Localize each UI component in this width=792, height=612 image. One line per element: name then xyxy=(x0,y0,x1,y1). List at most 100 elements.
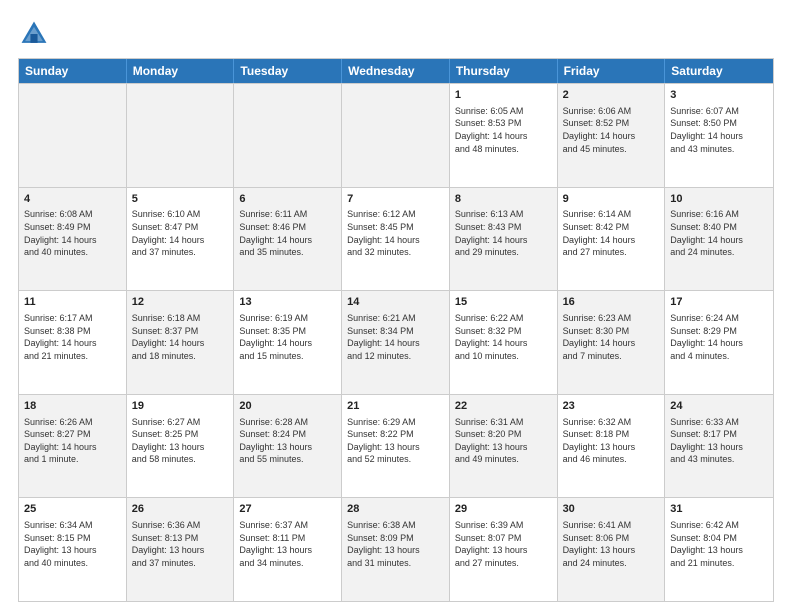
day-number: 2 xyxy=(563,88,660,103)
day-info: Sunrise: 6:41 AMSunset: 8:06 PMDaylight:… xyxy=(563,519,660,569)
header xyxy=(18,18,774,50)
cal-cell-14: 14 Sunrise: 6:21 AMSunset: 8:34 PMDayligh… xyxy=(342,291,450,394)
day-info: Sunrise: 6:10 AMSunset: 8:47 PMDaylight:… xyxy=(132,208,229,258)
cal-cell-30: 30 Sunrise: 6:41 AMSunset: 8:06 PMDayligh… xyxy=(558,498,666,601)
cal-cell-3: 3 Sunrise: 6:07 AMSunset: 8:50 PMDaylight… xyxy=(665,84,773,187)
day-info: Sunrise: 6:37 AMSunset: 8:11 PMDaylight:… xyxy=(239,519,336,569)
calendar: SundayMondayTuesdayWednesdayThursdayFrid… xyxy=(18,58,774,602)
col-header-monday: Monday xyxy=(127,59,235,83)
day-number: 21 xyxy=(347,399,444,414)
cal-cell-21: 21 Sunrise: 6:29 AMSunset: 8:22 PMDayligh… xyxy=(342,395,450,498)
cal-cell-16: 16Sunrise: 6:23 AMSunset: 8:30 PMDayligh… xyxy=(558,291,666,394)
day-info: Sunrise: 6:16 AMSunset: 8:40 PMDaylight:… xyxy=(670,208,768,258)
day-info: Sunrise: 6:27 AMSunset: 8:25 PMDaylight:… xyxy=(132,416,229,466)
cal-cell-12: 12 Sunrise: 6:18 AMSunset: 8:37 PMDayligh… xyxy=(127,291,235,394)
week-row-4: 25 Sunrise: 6:34 AMSunset: 8:15 PMDayligh… xyxy=(19,497,773,601)
day-number: 28 xyxy=(347,502,444,517)
cal-cell-20: 20 Sunrise: 6:28 AMSunset: 8:24 PMDayligh… xyxy=(234,395,342,498)
cal-cell-4: 4Sunrise: 6:08 AMSunset: 8:49 PMDaylight… xyxy=(19,188,127,291)
week-row-0: 1 Sunrise: 6:05 AMSunset: 8:53 PMDaylight… xyxy=(19,83,773,187)
day-number: 23 xyxy=(563,399,660,414)
calendar-body: 1 Sunrise: 6:05 AMSunset: 8:53 PMDaylight… xyxy=(19,83,773,601)
cal-cell-5: 5Sunrise: 6:10 AMSunset: 8:47 PMDaylight… xyxy=(127,188,235,291)
cal-cell-11: 11Sunrise: 6:17 AMSunset: 8:38 PMDayligh… xyxy=(19,291,127,394)
day-number: 13 xyxy=(239,295,336,310)
cal-cell-26: 26Sunrise: 6:36 AMSunset: 8:13 PMDayligh… xyxy=(127,498,235,601)
logo xyxy=(18,18,54,50)
day-number: 3 xyxy=(670,88,768,103)
day-info: Sunrise: 6:29 AMSunset: 8:22 PMDaylight:… xyxy=(347,416,444,466)
cal-cell-empty-0-3 xyxy=(342,84,450,187)
day-number: 5 xyxy=(132,192,229,207)
cal-cell-15: 15Sunrise: 6:22 AMSunset: 8:32 PMDayligh… xyxy=(450,291,558,394)
col-header-thursday: Thursday xyxy=(450,59,558,83)
col-header-wednesday: Wednesday xyxy=(342,59,450,83)
cal-cell-9: 9Sunrise: 6:14 AMSunset: 8:42 PMDaylight… xyxy=(558,188,666,291)
day-info: Sunrise: 6:11 AMSunset: 8:46 PMDaylight:… xyxy=(239,208,336,258)
col-header-saturday: Saturday xyxy=(665,59,773,83)
cal-cell-23: 23 Sunrise: 6:32 AMSunset: 8:18 PMDayligh… xyxy=(558,395,666,498)
cal-cell-10: 10Sunrise: 6:16 AMSunset: 8:40 PMDayligh… xyxy=(665,188,773,291)
week-row-1: 4Sunrise: 6:08 AMSunset: 8:49 PMDaylight… xyxy=(19,187,773,291)
day-number: 20 xyxy=(239,399,336,414)
day-number: 17 xyxy=(670,295,768,310)
col-header-sunday: Sunday xyxy=(19,59,127,83)
calendar-header-row: SundayMondayTuesdayWednesdayThursdayFrid… xyxy=(19,59,773,83)
day-info: Sunrise: 6:36 AMSunset: 8:13 PMDaylight:… xyxy=(132,519,229,569)
day-info: Sunrise: 6:13 AMSunset: 8:43 PMDaylight:… xyxy=(455,208,552,258)
day-number: 12 xyxy=(132,295,229,310)
day-number: 7 xyxy=(347,192,444,207)
day-number: 8 xyxy=(455,192,552,207)
cal-cell-7: 7Sunrise: 6:12 AMSunset: 8:45 PMDaylight… xyxy=(342,188,450,291)
day-number: 1 xyxy=(455,88,552,103)
cal-cell-22: 22Sunrise: 6:31 AMSunset: 8:20 PMDayligh… xyxy=(450,395,558,498)
day-info: Sunrise: 6:05 AMSunset: 8:53 PMDaylight:… xyxy=(455,105,552,155)
day-number: 27 xyxy=(239,502,336,517)
day-number: 18 xyxy=(24,399,121,414)
col-header-tuesday: Tuesday xyxy=(234,59,342,83)
day-info: Sunrise: 6:34 AMSunset: 8:15 PMDaylight:… xyxy=(24,519,121,569)
day-number: 9 xyxy=(563,192,660,207)
day-info: Sunrise: 6:21 AMSunset: 8:34 PMDaylight:… xyxy=(347,312,444,362)
cal-cell-2: 2 Sunrise: 6:06 AMSunset: 8:52 PMDaylight… xyxy=(558,84,666,187)
day-info: Sunrise: 6:33 AMSunset: 8:17 PMDaylight:… xyxy=(670,416,768,466)
cal-cell-1: 1 Sunrise: 6:05 AMSunset: 8:53 PMDaylight… xyxy=(450,84,558,187)
cal-cell-17: 17Sunrise: 6:24 AMSunset: 8:29 PMDayligh… xyxy=(665,291,773,394)
day-number: 6 xyxy=(239,192,336,207)
day-info: Sunrise: 6:32 AMSunset: 8:18 PMDaylight:… xyxy=(563,416,660,466)
day-info: Sunrise: 6:28 AMSunset: 8:24 PMDaylight:… xyxy=(239,416,336,466)
day-info: Sunrise: 6:18 AMSunset: 8:37 PMDaylight:… xyxy=(132,312,229,362)
cal-cell-19: 19 Sunrise: 6:27 AMSunset: 8:25 PMDayligh… xyxy=(127,395,235,498)
day-number: 4 xyxy=(24,192,121,207)
day-number: 10 xyxy=(670,192,768,207)
cal-cell-empty-0-2 xyxy=(234,84,342,187)
day-number: 31 xyxy=(670,502,768,517)
week-row-3: 18Sunrise: 6:26 AMSunset: 8:27 PMDayligh… xyxy=(19,394,773,498)
day-info: Sunrise: 6:31 AMSunset: 8:20 PMDaylight:… xyxy=(455,416,552,466)
cal-cell-empty-0-0 xyxy=(19,84,127,187)
day-number: 30 xyxy=(563,502,660,517)
day-number: 25 xyxy=(24,502,121,517)
day-info: Sunrise: 6:06 AMSunset: 8:52 PMDaylight:… xyxy=(563,105,660,155)
cal-cell-empty-0-1 xyxy=(127,84,235,187)
cal-cell-27: 27 Sunrise: 6:37 AMSunset: 8:11 PMDayligh… xyxy=(234,498,342,601)
day-info: Sunrise: 6:22 AMSunset: 8:32 PMDaylight:… xyxy=(455,312,552,362)
calendar-page: SundayMondayTuesdayWednesdayThursdayFrid… xyxy=(0,0,792,612)
cal-cell-25: 25 Sunrise: 6:34 AMSunset: 8:15 PMDayligh… xyxy=(19,498,127,601)
cal-cell-31: 31Sunrise: 6:42 AMSunset: 8:04 PMDayligh… xyxy=(665,498,773,601)
day-info: Sunrise: 6:07 AMSunset: 8:50 PMDaylight:… xyxy=(670,105,768,155)
week-row-2: 11Sunrise: 6:17 AMSunset: 8:38 PMDayligh… xyxy=(19,290,773,394)
cal-cell-6: 6Sunrise: 6:11 AMSunset: 8:46 PMDaylight… xyxy=(234,188,342,291)
day-info: Sunrise: 6:17 AMSunset: 8:38 PMDaylight:… xyxy=(24,312,121,362)
day-number: 29 xyxy=(455,502,552,517)
cal-cell-29: 29Sunrise: 6:39 AMSunset: 8:07 PMDayligh… xyxy=(450,498,558,601)
cal-cell-24: 24 Sunrise: 6:33 AMSunset: 8:17 PMDayligh… xyxy=(665,395,773,498)
day-number: 16 xyxy=(563,295,660,310)
day-number: 19 xyxy=(132,399,229,414)
cal-cell-8: 8Sunrise: 6:13 AMSunset: 8:43 PMDaylight… xyxy=(450,188,558,291)
day-number: 14 xyxy=(347,295,444,310)
day-info: Sunrise: 6:38 AMSunset: 8:09 PMDaylight:… xyxy=(347,519,444,569)
logo-icon xyxy=(18,18,50,50)
day-number: 24 xyxy=(670,399,768,414)
cal-cell-13: 13Sunrise: 6:19 AMSunset: 8:35 PMDayligh… xyxy=(234,291,342,394)
